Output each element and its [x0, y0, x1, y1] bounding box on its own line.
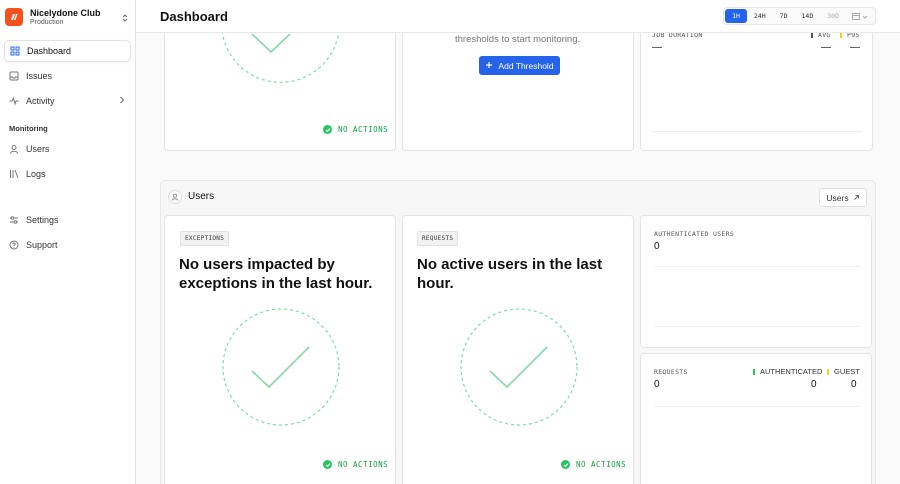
org-logo — [5, 8, 23, 26]
avg-value: — — [821, 42, 831, 53]
authenticated-users-card: AUTHENTICATED USERS 0 — [640, 215, 872, 348]
chevron-updown-icon — [121, 10, 129, 28]
chevron-right-icon — [119, 96, 125, 106]
check-icon — [323, 460, 332, 469]
requests-value: 0 — [654, 379, 660, 390]
status-no-actions: NO ACTIONS — [323, 460, 388, 469]
job-duration-value: — — [652, 42, 662, 53]
requests-stats-card: REQUESTS 0 AUTHENTICATED GUEST 0 0 — [640, 353, 872, 484]
requests-card: REQUESTS No active users in the last hou… — [402, 215, 634, 484]
sidebar-item-label: Logs — [26, 169, 46, 179]
sidebar-item-activity[interactable]: Activity — [4, 90, 131, 112]
legend-authenticated: AUTHENTICATED — [753, 367, 822, 376]
chart-gridline — [654, 406, 860, 407]
plus-icon — [485, 61, 493, 71]
topbar: Dashboard 1H 24H 7D 14D 30D — [136, 0, 900, 33]
requests-headline: No active users in the last hour. — [417, 256, 603, 292]
org-switcher[interactable]: Nicelydone Club Production — [5, 6, 133, 28]
guest-value: 0 — [851, 379, 857, 390]
chevron-down-icon — [862, 7, 868, 25]
status-no-actions: NO ACTIONS — [323, 125, 388, 134]
check-icon — [323, 125, 332, 134]
help-icon — [9, 240, 19, 250]
user-icon — [9, 144, 19, 154]
sidebar-item-dashboard[interactable]: Dashboard — [4, 40, 131, 62]
sidebar-item-label: Issues — [26, 71, 53, 81]
org-environment: Production — [30, 18, 64, 26]
status-no-actions: NO ACTIONS — [561, 460, 626, 469]
user-icon — [168, 190, 182, 204]
threshold-hint: thresholds to start monitoring. — [455, 34, 581, 45]
chart-gridline — [654, 266, 860, 267]
sidebar-item-users[interactable]: Users — [4, 138, 131, 160]
calendar-icon — [852, 7, 860, 25]
date-range-picker[interactable] — [846, 7, 874, 25]
period-7d[interactable]: 7D — [773, 9, 795, 23]
inbox-icon — [9, 71, 19, 81]
period-24h[interactable]: 24H — [747, 9, 773, 23]
period-1h[interactable]: 1H — [725, 9, 747, 23]
sidebar-item-label: Settings — [26, 215, 59, 225]
legend-guest: GUEST — [827, 367, 860, 376]
sidebar-item-label: Dashboard — [27, 46, 72, 56]
chart-baseline — [652, 131, 862, 132]
exceptions-headline: No users impacted by exceptions in the l… — [179, 256, 373, 292]
exceptions-badge: EXCEPTIONS — [180, 231, 230, 246]
sidebar-item-support[interactable]: Support — [4, 234, 131, 256]
page-title: Dashboard — [160, 9, 228, 24]
sidebar-item-label: Activity — [26, 96, 55, 106]
add-threshold-button[interactable]: Add Threshold — [479, 56, 560, 75]
check-circle-graphic — [222, 308, 340, 426]
sidebar: Nicelydone Club Production Dashboard Iss… — [0, 0, 136, 484]
check-icon — [561, 460, 570, 469]
users-link-button[interactable]: Users — [819, 188, 867, 207]
check-circle-graphic — [460, 308, 578, 426]
sidebar-item-logs[interactable]: Logs — [4, 163, 131, 185]
p95-value: — — [850, 42, 860, 53]
sliders-icon — [9, 215, 19, 225]
authenticated-users-value: 0 — [654, 241, 660, 252]
chart-baseline — [654, 326, 860, 327]
sidebar-section-label: Monitoring — [9, 124, 48, 133]
period-14d[interactable]: 14D — [795, 9, 821, 23]
period-30d[interactable]: 30D — [820, 9, 846, 23]
section-title: Users — [188, 191, 215, 202]
sidebar-item-settings[interactable]: Settings — [4, 209, 131, 231]
logs-icon — [9, 169, 19, 179]
exceptions-card: EXCEPTIONS No users impacted by exceptio… — [164, 215, 396, 484]
sidebar-item-label: Support — [26, 240, 58, 250]
authenticated-users-label: AUTHENTICATED USERS — [654, 230, 735, 238]
arrow-up-right-icon — [853, 193, 860, 203]
org-name: Nicelydone Club — [30, 7, 101, 18]
period-selector: 1H 24H 7D 14D 30D — [723, 7, 876, 25]
grid-icon — [10, 46, 20, 56]
requests-label: REQUESTS — [654, 368, 688, 376]
requests-badge: REQUESTS — [417, 231, 459, 246]
activity-icon — [9, 96, 19, 106]
authenticated-value: 0 — [811, 379, 817, 390]
sidebar-item-label: Users — [26, 144, 50, 154]
sidebar-item-issues[interactable]: Issues — [4, 65, 131, 87]
